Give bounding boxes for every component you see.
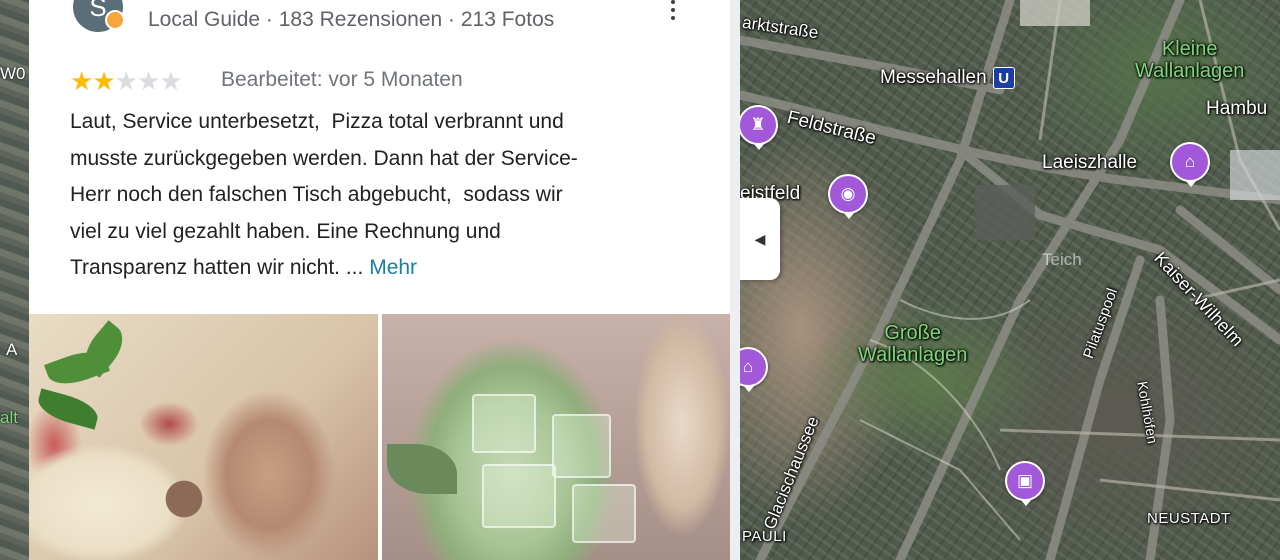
review-text: Laut, Service unterbesetzt, Pizza total … <box>70 104 710 287</box>
edge-label-w0: W0 <box>0 64 26 83</box>
basil-leaf <box>34 388 102 430</box>
poi-concert-hall-icon[interactable]: ⌂ <box>1170 142 1210 187</box>
star-icon: ★ <box>114 66 138 96</box>
review-edited-time: Bearbeitet: vor 5 Monaten <box>221 68 463 91</box>
map-label-kleine-wallanlagen: Kleine Wallanlagen <box>1135 38 1245 82</box>
star-rating: ★★★★★ <box>70 66 183 97</box>
review-text-line: viel zu viel gezahlt haben. Eine Rechnun… <box>70 219 501 243</box>
review-text-line: Transparenz hatten wir nicht. ... <box>70 256 370 279</box>
map-label-pauli: PAULI <box>742 528 787 545</box>
star-icon: ★ <box>136 66 160 96</box>
ice-cube <box>472 394 536 453</box>
map-label-messehallen-text: Messehallen <box>880 67 987 89</box>
map-label-messehallen: Messehallen U <box>880 67 1015 89</box>
side-panel: W0 A alt S Local Guide · 183 Rezensionen… <box>0 0 740 560</box>
star-icon: ★ <box>92 66 115 96</box>
map-strip-left: W0 A alt <box>0 0 29 560</box>
more-options-icon[interactable] <box>665 0 681 20</box>
review-card: S Local Guide · 183 Rezensionen · 213 Fo… <box>29 0 730 560</box>
map-label-teich: Teich <box>1042 250 1082 269</box>
review-text-line: musste zurückgegeben werden. Dann hat de… <box>70 146 578 170</box>
poi-museum-icon[interactable]: ♜ <box>738 105 778 150</box>
ice-cube <box>482 464 556 528</box>
more-link[interactable]: Mehr <box>369 256 417 279</box>
ice-cube <box>552 414 611 478</box>
review-text-last-line: Transparenz hatten wir nicht. ... Mehr <box>70 250 710 287</box>
map-label-hamburg: Hambu <box>1206 98 1268 119</box>
review-text-line: Laut, Service unterbesetzt, Pizza total … <box>70 110 564 133</box>
mint-leaf <box>387 444 457 494</box>
collapse-panel-button[interactable]: ◀ <box>740 198 780 280</box>
review-photo-pizza[interactable] <box>29 314 378 560</box>
review-text-line: Herr noch den falschen Tisch abgebucht, … <box>70 183 563 206</box>
review-photo-drink[interactable] <box>382 314 730 560</box>
ice-cube <box>572 484 636 543</box>
subway-icon: U <box>992 67 1015 89</box>
chevron-left-icon: ◀ <box>754 230 766 247</box>
local-guide-badge-icon <box>105 10 125 30</box>
map-label-neustadt: NEUSTADT <box>1147 510 1231 527</box>
reviewer-meta: Local Guide · 183 Rezensionen · 213 Foto… <box>148 8 555 31</box>
star-icon: ★ <box>159 66 182 96</box>
map-label-grosse-wallanlagen: Große Wallanlagen <box>858 322 968 366</box>
poi-camera-icon[interactable]: ◉ <box>828 174 868 219</box>
edge-label-alt: alt <box>0 408 18 427</box>
panel-scrollbar-track[interactable] <box>730 0 740 560</box>
edge-label-a: A <box>6 340 18 359</box>
star-icon: ★ <box>70 66 93 96</box>
map-label-laeiszhalle: Laeiszhalle <box>1042 152 1138 173</box>
poi-shop-icon[interactable]: ▣ <box>1005 461 1045 506</box>
